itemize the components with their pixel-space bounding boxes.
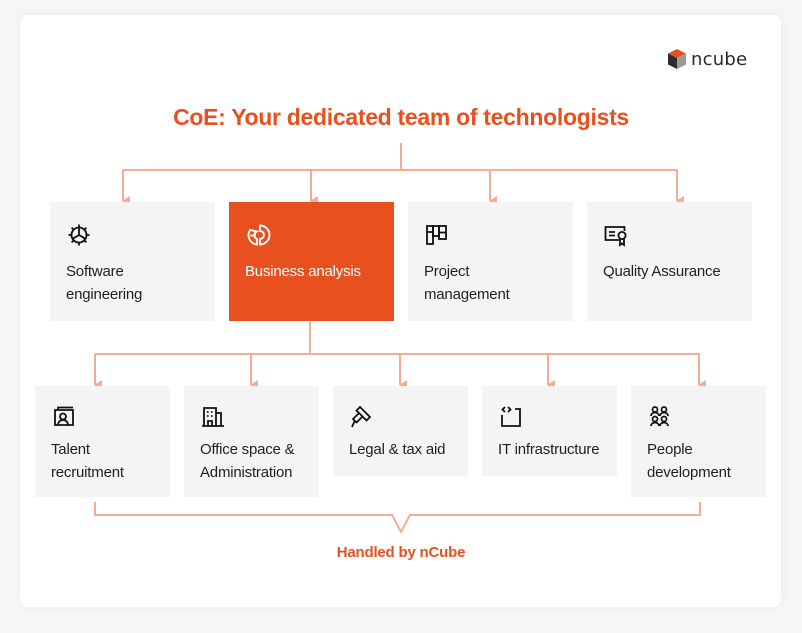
gavel-icon: [351, 405, 372, 428]
box-label: Talent recruitment: [51, 441, 124, 481]
box-legal-tax: Legal & tax aid: [333, 386, 468, 476]
box-business-analysis: Business analysis: [229, 202, 394, 321]
box-it-infrastructure: IT infrastructure: [482, 386, 617, 476]
code-window-icon: [501, 406, 521, 427]
box-label: Project management: [424, 263, 510, 303]
box-project-management: Project management: [408, 202, 573, 321]
office-building-icon: [202, 407, 224, 427]
box-people-development: People development: [631, 386, 766, 497]
handled-by-label: Handled by nCube: [336, 544, 466, 561]
box-label: Office space & Administration: [200, 441, 295, 481]
box-software-engineering: Software engineering: [50, 202, 215, 321]
box-quality-assurance: Quality Assurance: [587, 202, 752, 321]
box-label: People development: [647, 441, 731, 481]
box-talent-recruitment: Talent recruitment: [35, 386, 170, 497]
box-label: IT infrastructure: [498, 441, 600, 458]
box-label: Legal & tax aid: [349, 441, 446, 458]
people-group-icon: [650, 406, 669, 427]
gear-icon: [68, 224, 90, 246]
bracket: [94, 502, 701, 535]
kanban-board-icon: [426, 225, 447, 245]
box-label: Business analysis: [245, 263, 361, 280]
certificate-icon: [604, 226, 627, 247]
box-label: Quality Assurance: [603, 263, 721, 280]
box-label: Software engineering: [66, 263, 143, 303]
pie-chart-icon: [247, 224, 271, 246]
recruitment-icon: [54, 406, 74, 426]
box-office-space: Office space & Administration: [184, 386, 319, 497]
